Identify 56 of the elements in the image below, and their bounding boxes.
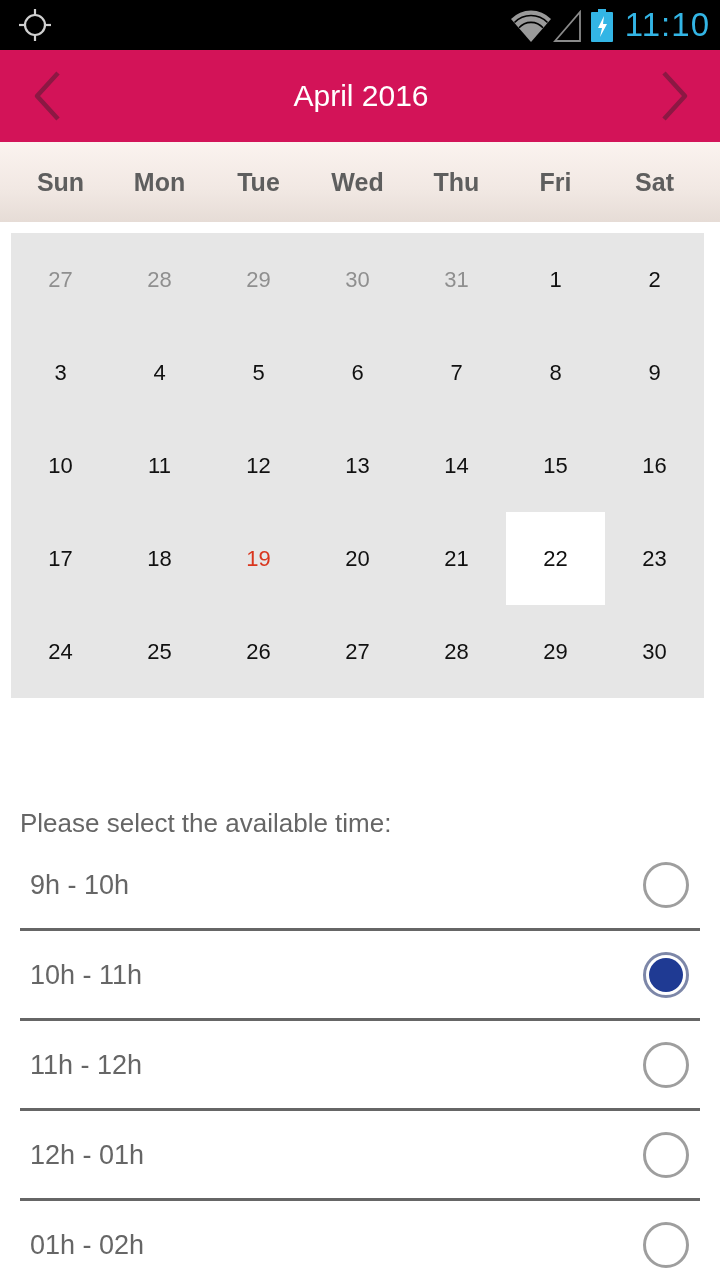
radio-button[interactable] [643,1041,689,1088]
day-cell[interactable]: 8 [506,326,605,419]
day-cell[interactable]: 6 [308,326,407,419]
radio-button[interactable] [643,1131,689,1178]
day-cell[interactable]: 11 [110,419,209,512]
day-cell[interactable]: 24 [11,605,110,698]
radio-button[interactable] [643,861,689,908]
battery-charging-icon [590,8,613,42]
day-cell[interactable]: 1 [506,233,605,326]
day-cell[interactable]: 3 [11,326,110,419]
month-title: April 2016 [293,78,429,114]
day-cell[interactable]: 2 [605,233,704,326]
day-cell[interactable]: 15 [506,419,605,512]
day-cell[interactable]: 5 [209,326,308,419]
wifi-icon [510,9,551,42]
day-cell[interactable]: 27 [308,605,407,698]
crosshair-icon [19,9,51,41]
day-cell[interactable]: 10 [11,419,110,512]
day-cell[interactable]: 23 [605,512,704,605]
weekday-label: Wed [331,167,384,198]
time-slot-label: 11h - 12h [30,1048,143,1082]
day-cell[interactable]: 16 [605,419,704,512]
day-cell[interactable]: 22 [506,512,605,605]
day-cell[interactable]: 14 [407,419,506,512]
weekday-label: Sun [36,167,85,198]
day-cell[interactable]: 9 [605,326,704,419]
weekday-label: Fri [539,167,572,198]
time-slot-label: 9h - 10h [30,868,130,902]
radio-button[interactable] [643,951,689,998]
day-cell[interactable]: 13 [308,419,407,512]
day-cell[interactable]: 20 [308,512,407,605]
day-cell[interactable]: 18 [110,512,209,605]
day-cell[interactable]: 17 [11,512,110,605]
weekday-label: Sat [635,167,674,198]
time-slot-label: 12h - 01h [30,1138,145,1172]
weekday-label: Mon [133,167,186,198]
status-time: 11:10 [624,5,710,45]
weekday-label: Thu [433,167,480,198]
time-prompt: Please select the available time: [20,807,392,840]
chevron-left-icon[interactable] [33,70,61,122]
day-cell[interactable]: 26 [209,605,308,698]
time-slot-label: 10h - 11h [30,958,143,992]
day-cell[interactable]: 28 [407,605,506,698]
radio-button[interactable] [643,1221,689,1268]
time-slot-label: 01h - 02h [30,1228,145,1262]
day-cell[interactable]: 29 [506,605,605,698]
day-cell[interactable]: 4 [110,326,209,419]
day-cell[interactable]: 21 [407,512,506,605]
day-cell[interactable]: 12 [209,419,308,512]
signal-icon [552,9,581,42]
weekday-label: Tue [237,167,280,198]
day-cell[interactable]: 25 [110,605,209,698]
chevron-right-icon[interactable] [661,70,689,122]
day-cell[interactable]: 30 [605,605,704,698]
day-cell[interactable]: 19 [209,512,308,605]
day-cell[interactable]: 7 [407,326,506,419]
